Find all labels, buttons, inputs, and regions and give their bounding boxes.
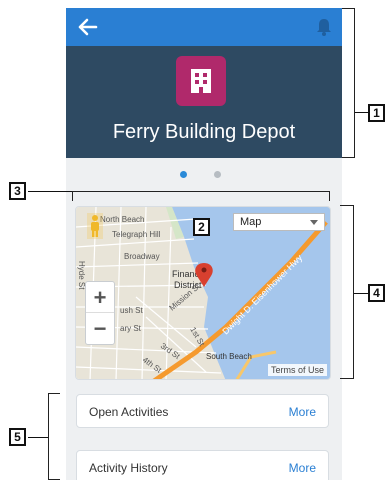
related-list-open-activities[interactable]: Open Activities More bbox=[76, 394, 329, 428]
record-title: Ferry Building Depot bbox=[112, 121, 296, 143]
chevron-down-icon bbox=[310, 220, 318, 225]
map-label: Telegraph Hill bbox=[112, 230, 161, 239]
annotation-badge-5: 5 bbox=[9, 428, 26, 446]
terms-of-use-link[interactable]: Terms of Use bbox=[267, 364, 327, 376]
annotation-bracket-3 bbox=[72, 191, 330, 201]
related-list-label: Activity History bbox=[89, 461, 168, 475]
record-header: Ferry Building Depot bbox=[66, 46, 342, 158]
map-type-label: Map bbox=[240, 216, 262, 228]
annotation-connector bbox=[354, 293, 369, 294]
annotation-bracket-1 bbox=[342, 8, 355, 158]
mobile-record-view: Ferry Building Depot North Beach Telegra… bbox=[66, 8, 342, 480]
more-link[interactable]: More bbox=[289, 405, 316, 419]
annotation-badge-4: 4 bbox=[368, 284, 385, 302]
map-label: South Beach bbox=[206, 352, 252, 361]
annotation-badge-2: 2 bbox=[193, 218, 210, 236]
map-label: ush St bbox=[120, 306, 143, 315]
annotation-connector bbox=[355, 112, 369, 113]
annotation-connector bbox=[28, 437, 48, 438]
map-label: Broadway bbox=[124, 252, 160, 261]
annotation-badge-1: 1 bbox=[368, 104, 385, 122]
carousel-indicator bbox=[66, 168, 342, 182]
back-arrow-icon[interactable] bbox=[78, 18, 98, 36]
top-navigation-bar bbox=[66, 8, 342, 46]
map-label: North Beach bbox=[100, 215, 144, 224]
annotation-badge-3: 3 bbox=[9, 182, 26, 200]
zoom-control: + − bbox=[85, 281, 115, 345]
zoom-in-button[interactable]: + bbox=[86, 282, 114, 313]
related-list-label: Open Activities bbox=[89, 405, 169, 419]
map-label: ary St bbox=[120, 324, 142, 333]
more-link[interactable]: More bbox=[289, 461, 316, 475]
bell-icon[interactable] bbox=[316, 17, 332, 37]
annotation-connector bbox=[28, 191, 72, 192]
street-view-pegman-icon[interactable] bbox=[87, 213, 103, 239]
building-icon bbox=[176, 56, 226, 106]
annotation-bracket-5 bbox=[48, 393, 60, 480]
carousel-dot-inactive[interactable] bbox=[214, 171, 221, 178]
carousel-dot-active[interactable] bbox=[180, 171, 187, 178]
zoom-out-button[interactable]: − bbox=[86, 313, 114, 344]
annotation-bracket-4 bbox=[340, 205, 354, 379]
related-list-activity-history[interactable]: Activity History More bbox=[76, 450, 329, 480]
map-type-select[interactable]: Map bbox=[233, 213, 325, 231]
